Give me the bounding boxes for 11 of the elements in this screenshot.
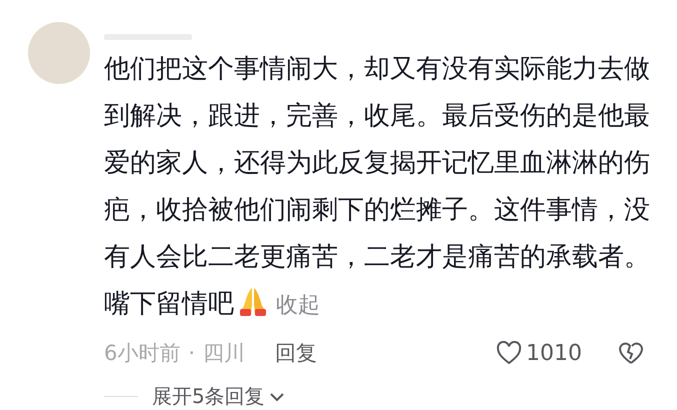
comment-text: 他们把这个事情闹大，却又有没有实际能力去做到解决，跟进，完善，收尾。最后受伤的是他最爱的家人，还得为此反复揭开记忆里血淋淋的伤疤，收拾被他们闹剩下的烂摊子。这件事情，没有人会比二老更痛苦，二老才是痛苦的承载者。嘴下留情吧 收起 — [104, 53, 651, 321]
like-button[interactable]: 1010 — [496, 340, 582, 366]
expand-replies-button[interactable]: 展开5条回复 — [152, 383, 285, 410]
heart-icon — [496, 341, 522, 365]
reply-button[interactable]: 回复 — [275, 339, 318, 367]
location: 四川 — [203, 340, 246, 367]
separator-dot: · — [188, 341, 196, 365]
timestamp: 6小时前 — [104, 340, 180, 367]
chevron-down-icon — [268, 392, 285, 402]
dislike-button[interactable] — [618, 341, 644, 365]
broken-heart-icon — [618, 341, 644, 365]
